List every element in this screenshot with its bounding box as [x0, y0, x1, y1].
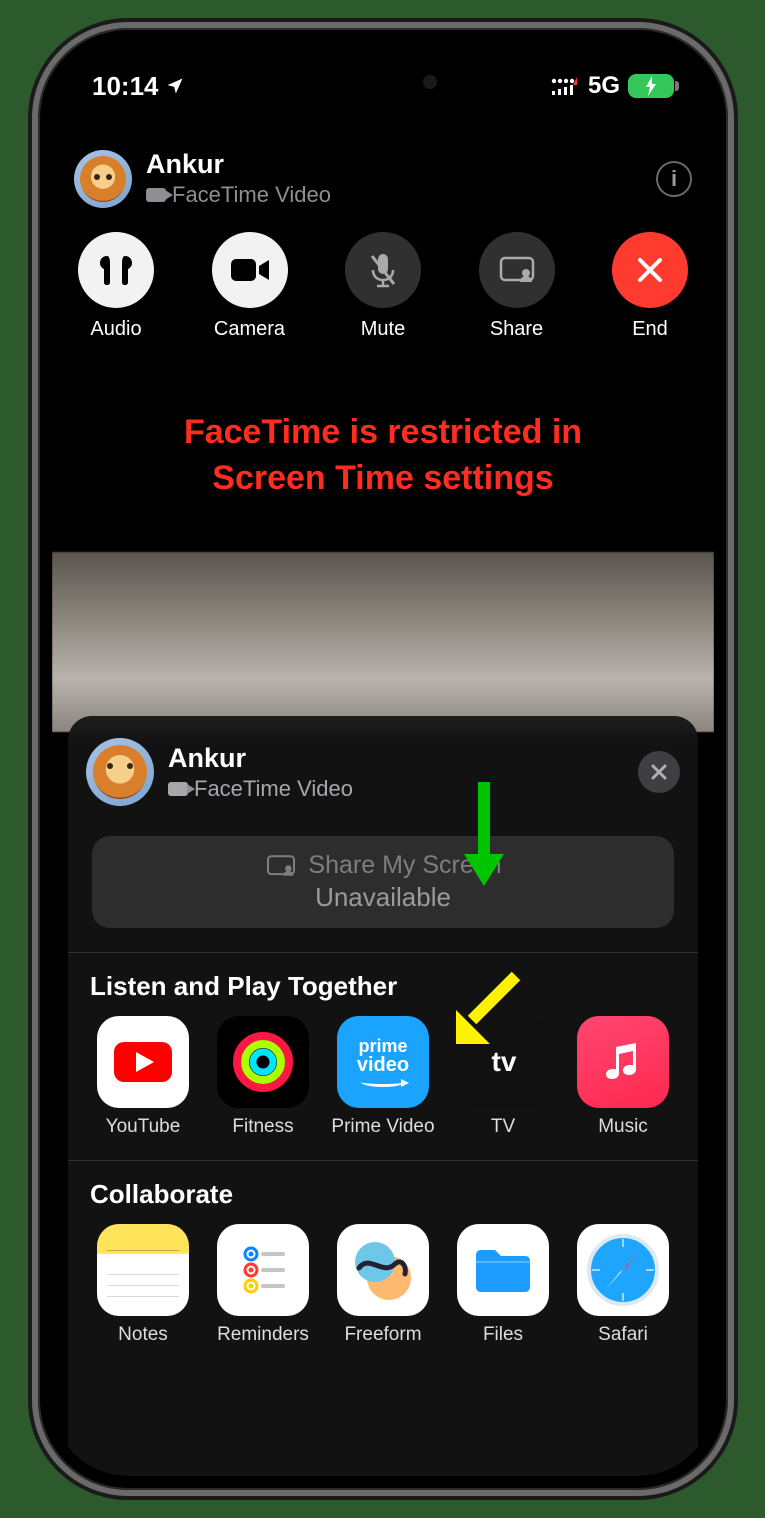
files-app[interactable]	[457, 1224, 549, 1316]
annotation-arrow-green	[454, 774, 514, 894]
mic-muted-icon	[366, 250, 400, 290]
dynamic-island	[283, 62, 483, 102]
fitness-app[interactable]	[217, 1016, 309, 1108]
music-note-icon	[598, 1037, 648, 1087]
prime-video-label: Prime Video	[331, 1116, 434, 1138]
contact-avatar	[74, 150, 132, 208]
sheet-contact-name: Ankur	[168, 743, 624, 774]
share-label: Share	[490, 318, 543, 341]
battery-charging-icon	[628, 74, 674, 98]
compass-icon	[584, 1231, 662, 1309]
audio-button[interactable]	[78, 232, 154, 308]
facetime-call-card: Ankur FaceTime Video i Audio	[52, 132, 714, 341]
collaborate-app-row: Notes Re	[86, 1224, 680, 1346]
camera-icon	[229, 255, 271, 285]
contact-name: Ankur	[146, 150, 642, 180]
call-controls: Audio Camera	[74, 232, 692, 341]
volume-up-button[interactable]	[28, 330, 36, 425]
mute-button[interactable]	[345, 232, 421, 308]
safari-app[interactable]	[577, 1224, 669, 1316]
music-label: Music	[598, 1116, 648, 1138]
call-type-label: FaceTime Video	[172, 182, 331, 208]
collaborate-section-title: Collaborate	[90, 1179, 676, 1210]
camera-label: Camera	[214, 318, 285, 341]
youtube-label: YouTube	[106, 1116, 181, 1138]
fitness-label: Fitness	[232, 1116, 293, 1138]
dual-signal-icon	[550, 75, 580, 97]
apple-music-app[interactable]	[577, 1016, 669, 1108]
annotation-text: FaceTime is restricted in Screen Time se…	[52, 410, 714, 502]
camera-button[interactable]	[212, 232, 288, 308]
close-icon	[634, 254, 666, 286]
listen-section-title: Listen and Play Together	[90, 971, 676, 1002]
freeform-label: Freeform	[344, 1324, 421, 1346]
volume-down-button[interactable]	[28, 450, 36, 545]
prime-video-app[interactable]: primevideo	[337, 1016, 429, 1108]
listen-app-row: YouTube Fitness	[86, 1016, 680, 1138]
reminders-app[interactable]	[217, 1224, 309, 1316]
sheet-close-button[interactable]	[638, 751, 680, 793]
sheet-call-type: FaceTime Video	[194, 776, 353, 802]
share-my-screen-button[interactable]: Share My Screen Unavailable	[92, 836, 674, 928]
end-call-button[interactable]	[612, 232, 688, 308]
close-icon	[649, 762, 669, 782]
files-label: Files	[483, 1324, 523, 1346]
location-icon	[165, 76, 185, 96]
network-label: 5G	[588, 72, 620, 100]
shareplay-icon	[497, 254, 537, 286]
sheet-contact-avatar	[86, 738, 154, 806]
safari-label: Safari	[598, 1324, 648, 1346]
reminders-label: Reminders	[217, 1324, 309, 1346]
camera-preview-blur	[52, 552, 714, 732]
share-screen-subtitle: Unavailable	[315, 882, 451, 913]
youtube-app[interactable]	[97, 1016, 189, 1108]
silent-switch[interactable]	[28, 240, 36, 288]
mute-label: Mute	[361, 318, 405, 341]
iphone-frame: 10:14 5G	[38, 28, 728, 1490]
share-button[interactable]	[479, 232, 555, 308]
shareplay-sheet: Ankur FaceTime Video	[68, 716, 698, 1476]
status-time: 10:14	[92, 71, 159, 102]
freeform-app[interactable]	[337, 1224, 429, 1316]
tv-label: TV	[491, 1116, 515, 1138]
folder-icon	[470, 1243, 536, 1297]
airpods-icon	[96, 252, 136, 288]
end-label: End	[632, 318, 668, 341]
shareplay-icon	[264, 853, 298, 879]
annotation-arrow-yellow	[442, 964, 532, 1054]
notes-app[interactable]	[97, 1224, 189, 1316]
screen: 10:14 5G	[52, 42, 714, 1476]
video-icon	[146, 188, 166, 202]
info-button[interactable]: i	[656, 161, 692, 197]
power-button[interactable]	[729, 355, 737, 505]
notes-label: Notes	[118, 1324, 168, 1346]
video-icon	[168, 782, 188, 796]
audio-label: Audio	[90, 318, 141, 341]
